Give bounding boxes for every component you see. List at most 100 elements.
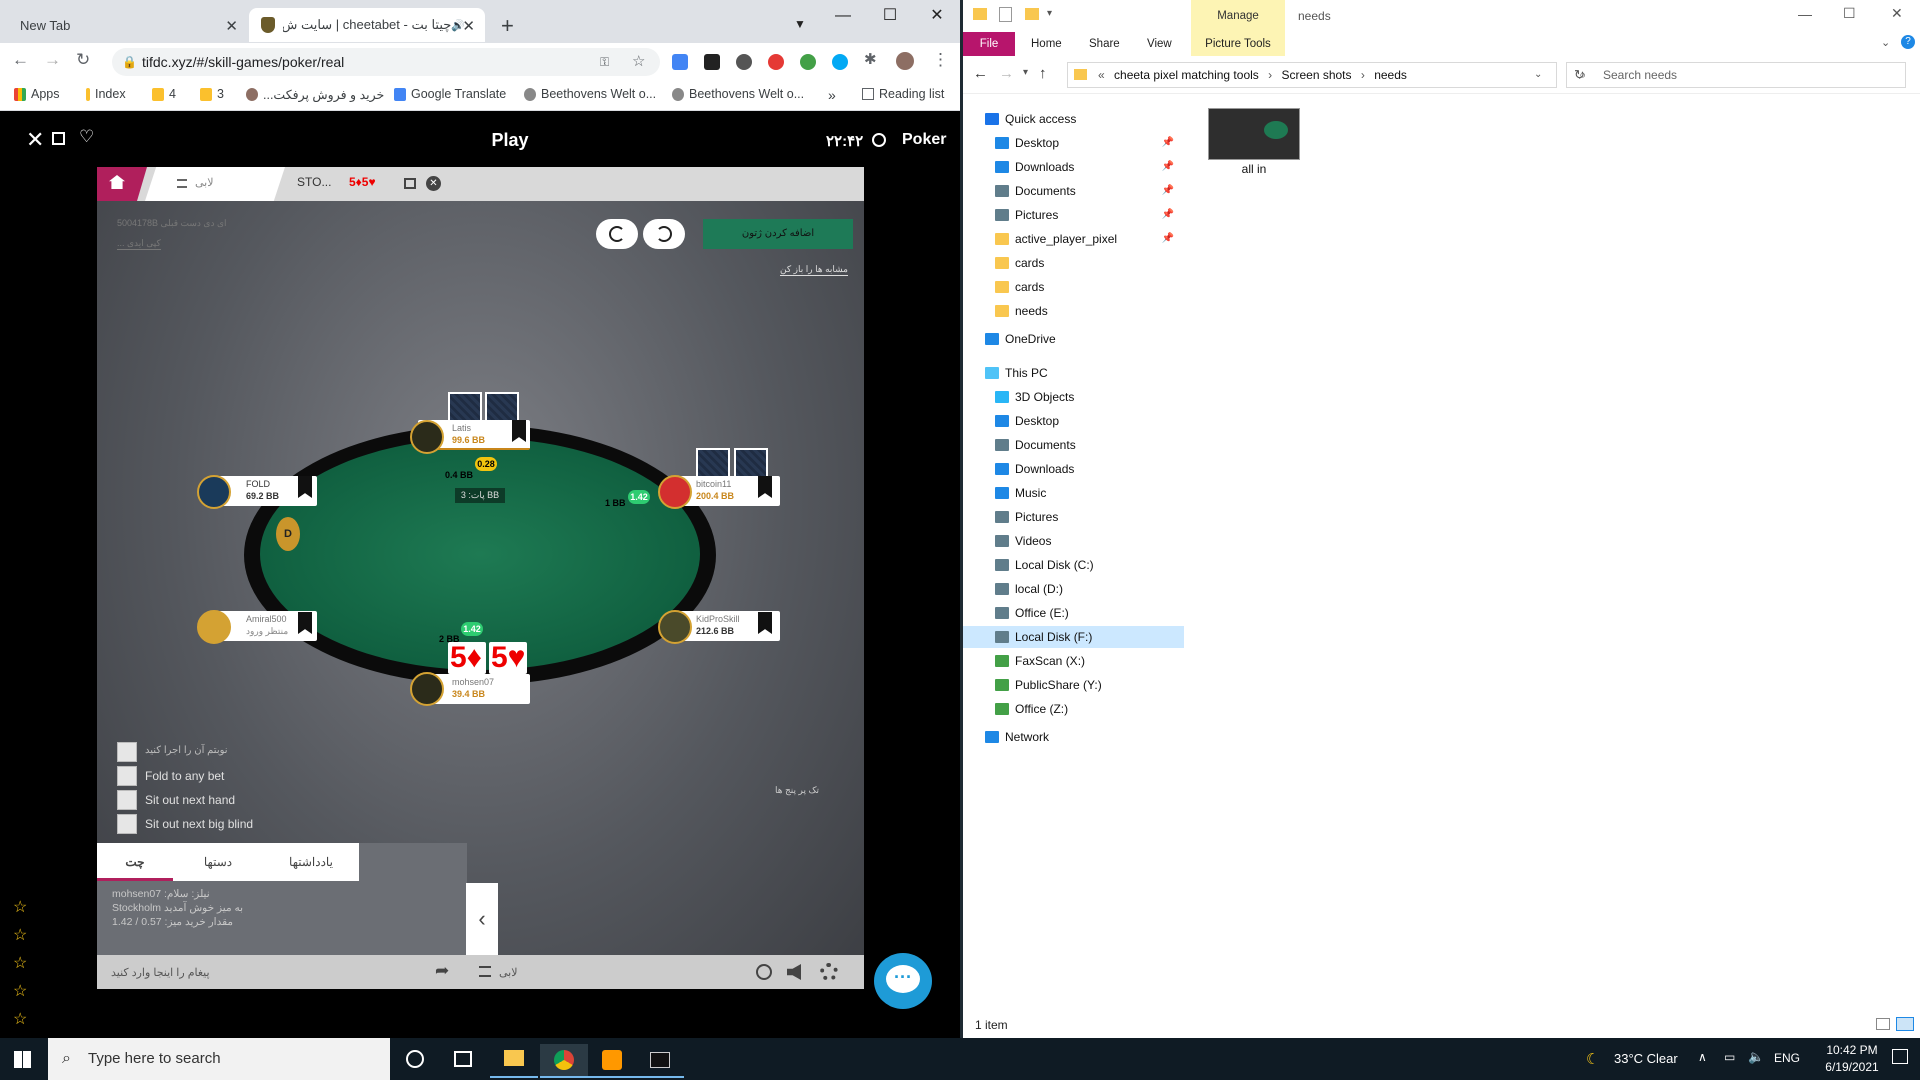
search-input[interactable]: ⌕ Search needs [1566,62,1906,88]
bookmark-index[interactable]: Index [86,87,126,101]
minimize-icon[interactable]: — [828,4,858,28]
forward-arrow-icon[interactable]: → [44,50,61,70]
undo-button[interactable] [596,219,638,249]
language-indicator[interactable]: ENG [1774,1051,1800,1065]
ribbon-tab-picture-tools[interactable]: Picture Tools [1191,32,1285,56]
large-icons-view-icon[interactable] [1896,1017,1914,1031]
taskbar-terminal[interactable] [636,1044,684,1078]
clock-time[interactable]: 10:42 PM [1822,1043,1882,1057]
sidebar-item[interactable]: Desktop [963,410,1184,432]
address-bar[interactable]: 🔒 tifdc.xyz/#/skill-games/poker/real ⚿ ☆ [112,48,660,76]
key-icon[interactable]: ⚿ [600,48,609,76]
sidebar-item[interactable]: Office (E:) [963,602,1184,624]
explorer-address-bar[interactable]: « cheeta pixel matching tools › Screen s… [1067,62,1585,88]
pin-icon[interactable]: 📌 [1162,228,1174,250]
message-input[interactable]: پیغام را اینجا وارد کنید [111,966,210,979]
sidebar-item[interactable]: Videos [963,530,1184,552]
speaker-icon[interactable] [787,964,801,980]
lobby-label[interactable]: لابی [499,966,518,979]
sidebar-item[interactable]: Network [963,726,1184,748]
back-arrow-icon[interactable]: ← [12,50,29,70]
maximize-icon[interactable]: ☐ [875,4,905,28]
bookmark-beethoven-2[interactable]: Beethovens Welt o... [672,87,804,101]
star-icons[interactable]: ☆ ☆ ☆ ☆ ☆ [13,894,27,1034]
sidebar-item[interactable]: Pictures 📌 [963,204,1184,226]
sidebar-item[interactable]: Music [963,482,1184,504]
popout-icon[interactable] [52,132,65,145]
extension-icon[interactable] [704,54,720,70]
new-folder-icon[interactable] [1025,8,1039,20]
file-name[interactable]: all in [1208,162,1300,176]
bookmark-apps[interactable]: Apps [14,87,60,101]
forward-arrow-icon[interactable]: → [999,65,1014,82]
close-window-icon[interactable]: ✕ [1891,5,1903,22]
reading-list-button[interactable]: Reading list [862,87,944,101]
clock-date[interactable]: 6/19/2021 [1822,1060,1882,1074]
ribbon-tab-home[interactable]: Home [1031,32,1062,56]
breadcrumb-item[interactable]: cheeta pixel matching tools [1114,68,1259,82]
pin-icon[interactable]: 📌 [1162,156,1174,178]
bookmark-4[interactable]: 4 [152,87,176,101]
lobby-tab[interactable] [145,167,285,201]
ribbon-tab-file[interactable]: File [963,32,1015,56]
extension-icon[interactable] [800,54,816,70]
properties-icon[interactable] [999,7,1012,22]
ribbon-tab-share[interactable]: Share [1089,32,1120,56]
close-icon[interactable]: ✕ [26,127,44,153]
tab-notes[interactable]: یادداشتها [263,843,359,881]
sit-out-next-big-blind-checkbox[interactable] [117,814,137,834]
sidebar-item[interactable]: FaxScan (X:) [963,650,1184,672]
sidebar-item[interactable]: 3D Objects [963,386,1184,408]
sidebar-item[interactable]: cards [963,276,1184,298]
heart-icon[interactable]: ♡ [79,127,94,147]
support-chat-button[interactable]: ··· [874,953,932,1009]
bookmark-google-translate[interactable]: Google Translate [394,87,506,101]
puzzle-extensions-icon[interactable]: ✱ [864,50,877,68]
taskbar-file-explorer[interactable] [490,1044,538,1078]
weather-text[interactable]: 33°C Clear [1614,1051,1678,1066]
sidebar-item[interactable]: Local Disk (C:) [963,554,1184,576]
sidebar-item[interactable]: cards [963,252,1184,274]
maximize-icon[interactable]: ☐ [1843,5,1856,22]
windows-start-icon[interactable] [14,1051,31,1068]
bookmark-beethoven-1[interactable]: Beethovens Welt o... [524,87,656,101]
close-table-icon[interactable]: ✕ [426,176,441,191]
cortana-icon[interactable] [406,1050,424,1068]
network-icon[interactable]: ▭ [1724,1050,1735,1064]
settings-gear-icon[interactable] [820,963,838,981]
copy-id-link[interactable]: ... کپی ایدی [117,238,161,250]
taskbar-chrome[interactable] [540,1044,588,1078]
details-view-icon[interactable] [1876,1018,1890,1030]
close-tab-icon[interactable]: ✕ [225,17,238,35]
minimize-icon[interactable]: — [1798,6,1812,22]
pin-icon[interactable]: 📌 [1162,180,1174,202]
tab-hands[interactable]: دستها [173,843,263,881]
kebab-menu-icon[interactable]: ⋮ [932,50,949,70]
sidebar-item[interactable]: PublicShare (Y:) [963,674,1184,696]
tab-chat[interactable]: چت [97,843,173,881]
breadcrumb-item[interactable]: needs [1374,68,1407,82]
up-arrow-icon[interactable]: ↑ [1039,65,1047,82]
sidebar-item[interactable]: Local Disk (F:) [963,626,1184,648]
sidebar-item[interactable]: OneDrive [963,328,1184,350]
sidebar-item[interactable]: needs [963,300,1184,322]
sidebar-item[interactable]: Desktop 📌 [963,132,1184,154]
close-tab-icon[interactable]: ✕ [462,17,475,35]
tab-cheetabet[interactable]: چیتا بت - cheetabet | سایت ش... 🔊 ✕ [249,8,485,42]
list-icon[interactable] [479,966,491,977]
moon-weather-icon[interactable]: ☾ [1586,1050,1599,1068]
share-arrow-icon[interactable]: ➦ [435,961,449,981]
new-tab-plus-icon[interactable]: + [501,13,514,39]
sidebar-item[interactable]: Downloads [963,458,1184,480]
breadcrumb-item[interactable]: Screen shots [1281,68,1351,82]
pin-icon[interactable]: 📌 [1162,204,1174,226]
sit-out-next-hand-checkbox[interactable] [117,790,137,810]
add-chips-button[interactable]: اضافه کردن ژتون [703,219,853,249]
tray-chevron-icon[interactable]: ∧ [1698,1050,1707,1064]
sidebar-item[interactable]: Office (Z:) [963,698,1184,720]
star-bookmark-icon[interactable]: ☆ [632,48,645,76]
tab-new-tab[interactable]: New Tab ✕ [0,8,248,42]
ribbon-tab-view[interactable]: View [1147,32,1172,56]
taskbar-sublime[interactable] [588,1044,636,1078]
notification-icon[interactable] [1892,1049,1908,1064]
